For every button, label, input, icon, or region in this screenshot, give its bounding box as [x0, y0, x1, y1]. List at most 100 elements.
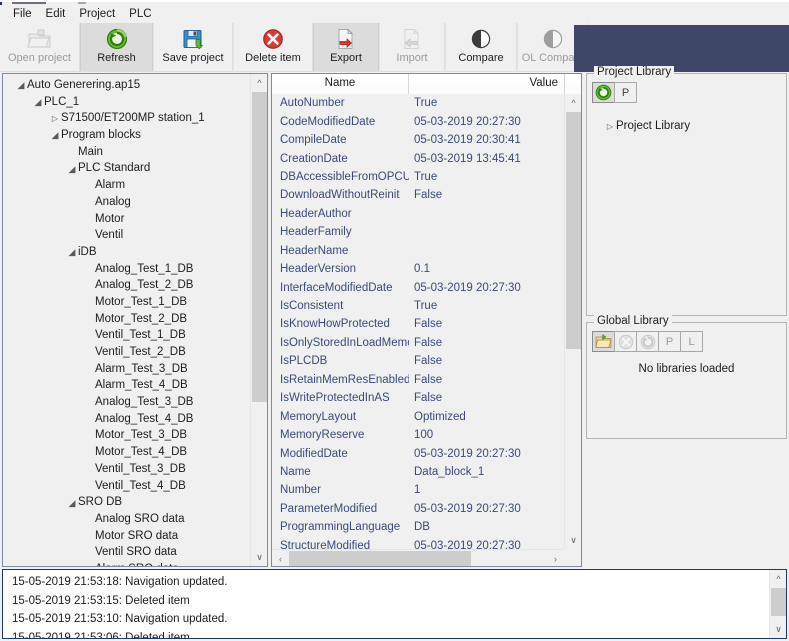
save-project-button[interactable]: Save project [153, 23, 233, 71]
property-value-cell[interactable]: True [409, 97, 564, 109]
property-value-cell[interactable]: 0.1 [409, 263, 564, 275]
tree-node[interactable]: ◢ SRO DB [3, 494, 250, 511]
refresh-button[interactable]: Refresh [80, 23, 153, 71]
table-row[interactable]: ProgrammingLanguage DB [272, 518, 564, 536]
tree-node[interactable]: Motor_Test_4_DB [3, 444, 250, 461]
triangle-down-icon[interactable]: ◢ [49, 127, 61, 143]
open-project-button[interactable]: Open project [0, 23, 80, 71]
log-entry[interactable]: 15-05-2019 21:53:06: Deleted item [3, 629, 769, 639]
tree-node[interactable]: Ventil_Test_2_DB [3, 344, 250, 361]
column-header-name[interactable]: Name [272, 74, 409, 94]
table-row[interactable]: CompileDate 05-03-2019 20:30:41 [272, 131, 564, 149]
scroll-up-icon[interactable]: ^ [565, 94, 581, 111]
column-header-value[interactable]: Value [409, 74, 565, 94]
property-value-cell[interactable]: True [409, 171, 564, 183]
tree-node[interactable]: Ventil_Test_1_DB [3, 327, 250, 344]
scroll-left-icon[interactable]: ‹ [272, 550, 289, 566]
table-row[interactable]: DBAccessibleFromOPCUA True [272, 168, 564, 186]
log-entry[interactable]: 15-05-2019 21:53:15: Deleted item [3, 592, 769, 611]
tree-node[interactable]: Motor_Test_1_DB [3, 294, 250, 311]
tree-node[interactable]: Alarm [3, 177, 250, 194]
menu-file[interactable]: File [7, 7, 40, 22]
scrollbar-thumb[interactable] [252, 92, 267, 402]
tree-node[interactable]: Alarm_Test_3_DB [3, 361, 250, 378]
table-row[interactable]: IsPLCDB False [272, 352, 564, 370]
triangle-down-icon[interactable]: ◢ [66, 244, 78, 260]
tree-node[interactable]: Ventil_Test_3_DB [3, 461, 250, 478]
table-row[interactable]: MemoryReserve 100 [272, 426, 564, 444]
tree-node[interactable]: ◢ iDB [3, 244, 250, 261]
property-value-cell[interactable]: 05-03-2019 20:27:30 [409, 540, 564, 549]
tree-node[interactable]: ◢ PLC_1 [3, 94, 250, 111]
tree-node[interactable]: Motor_Test_3_DB [3, 427, 250, 444]
project-library-refresh-button[interactable] [592, 82, 615, 103]
tree-node[interactable]: Alarm_Test_4_DB [3, 377, 250, 394]
property-value-cell[interactable]: False [409, 318, 564, 330]
table-row[interactable]: IsKnowHowProtected False [272, 315, 564, 333]
table-row[interactable]: ModifiedDate 05-03-2019 20:27:30 [272, 444, 564, 462]
chevron-right-icon[interactable]: ▷ [604, 119, 616, 135]
log-vscrollbar[interactable]: ^ ∨ [769, 570, 786, 638]
tree-node[interactable]: Analog SRO data [3, 511, 250, 528]
property-value-cell[interactable]: False [409, 189, 564, 201]
table-row[interactable]: ParameterModified 05-03-2019 20:27:30 [272, 500, 564, 518]
tree-node[interactable]: Analog [3, 194, 250, 211]
property-value-cell[interactable]: Data_block_1 [409, 466, 564, 478]
scroll-down-icon[interactable]: ∨ [770, 621, 786, 638]
property-value-cell[interactable]: True [409, 300, 564, 312]
table-row[interactable]: HeaderFamily [272, 223, 564, 241]
property-value-cell[interactable]: Optimized [409, 411, 564, 423]
table-row[interactable]: IsRetainMemResEnabled False [272, 371, 564, 389]
global-library-refresh-button[interactable] [636, 331, 659, 352]
table-row[interactable]: IsConsistent True [272, 297, 564, 315]
property-value-cell[interactable]: 05-03-2019 20:27:30 [409, 503, 564, 515]
table-row[interactable]: DownloadWithoutReinit False [272, 186, 564, 204]
triangle-down-icon[interactable]: ◢ [32, 94, 44, 110]
properties-grid-hscrollbar[interactable]: ‹ › [272, 549, 564, 566]
table-row[interactable]: IsWriteProtectedInAS False [272, 389, 564, 407]
property-value-cell[interactable]: 100 [409, 429, 564, 441]
triangle-down-icon[interactable]: ◢ [66, 495, 78, 511]
property-value-cell[interactable]: 1 [409, 484, 564, 496]
project-library-tree-item[interactable]: ▷ Project Library [587, 118, 786, 135]
table-row[interactable]: HeaderAuthor [272, 205, 564, 223]
table-row[interactable]: HeaderVersion 0.1 [272, 260, 564, 278]
property-value-cell[interactable]: False [409, 374, 564, 386]
menu-edit[interactable]: Edit [40, 7, 74, 22]
property-value-cell[interactable]: 05-03-2019 13:45:41 [409, 153, 564, 165]
property-value-cell[interactable]: 05-03-2019 20:27:30 [409, 116, 564, 128]
global-library-open-button[interactable] [592, 331, 615, 352]
project-tree-vscrollbar[interactable]: ^ ∨ [250, 74, 267, 566]
property-value-cell[interactable]: 05-03-2019 20:27:30 [409, 448, 564, 460]
property-value-cell[interactable]: False [409, 392, 564, 404]
scroll-right-icon[interactable]: › [547, 550, 564, 566]
tree-node[interactable]: Motor_Test_2_DB [3, 311, 250, 328]
scroll-up-icon[interactable]: ^ [251, 74, 267, 91]
import-button[interactable]: Import [379, 23, 445, 71]
scrollbar-thumb[interactable] [566, 112, 581, 349]
global-library-p-button[interactable]: P [658, 331, 681, 352]
scroll-down-icon[interactable]: ∨ [251, 549, 267, 566]
properties-grid-vscrollbar[interactable]: ^ ∨ [564, 94, 581, 549]
compare-button[interactable]: Compare [445, 23, 517, 71]
project-library-p-button[interactable]: P [614, 82, 637, 103]
table-row[interactable]: MemoryLayout Optimized [272, 407, 564, 425]
property-value-cell[interactable]: DB [409, 521, 564, 533]
property-value-cell[interactable]: 05-03-2019 20:30:41 [409, 134, 564, 146]
log-entry[interactable]: 15-05-2019 21:53:10: Navigation updated. [3, 610, 769, 629]
tree-node[interactable]: Motor SRO data [3, 528, 250, 545]
property-value-cell[interactable]: False [409, 337, 564, 349]
table-row[interactable]: AutoNumber True [272, 94, 564, 112]
table-row[interactable]: HeaderName [272, 242, 564, 260]
tree-node[interactable]: Alarm SRO data [3, 561, 250, 566]
triangle-down-icon[interactable]: ◢ [66, 161, 78, 177]
property-value-cell[interactable]: False [409, 355, 564, 367]
tree-node[interactable]: Analog_Test_3_DB [3, 394, 250, 411]
tree-node[interactable]: Analog_Test_4_DB [3, 411, 250, 428]
table-row[interactable]: CodeModifiedDate 05-03-2019 20:27:30 [272, 112, 564, 130]
property-value-cell[interactable]: 05-03-2019 20:27:30 [409, 282, 564, 294]
scrollbar-thumb[interactable] [771, 588, 786, 616]
export-button[interactable]: Export [313, 23, 379, 71]
tree-node[interactable]: Main [3, 144, 250, 161]
global-library-close-button[interactable] [614, 331, 637, 352]
